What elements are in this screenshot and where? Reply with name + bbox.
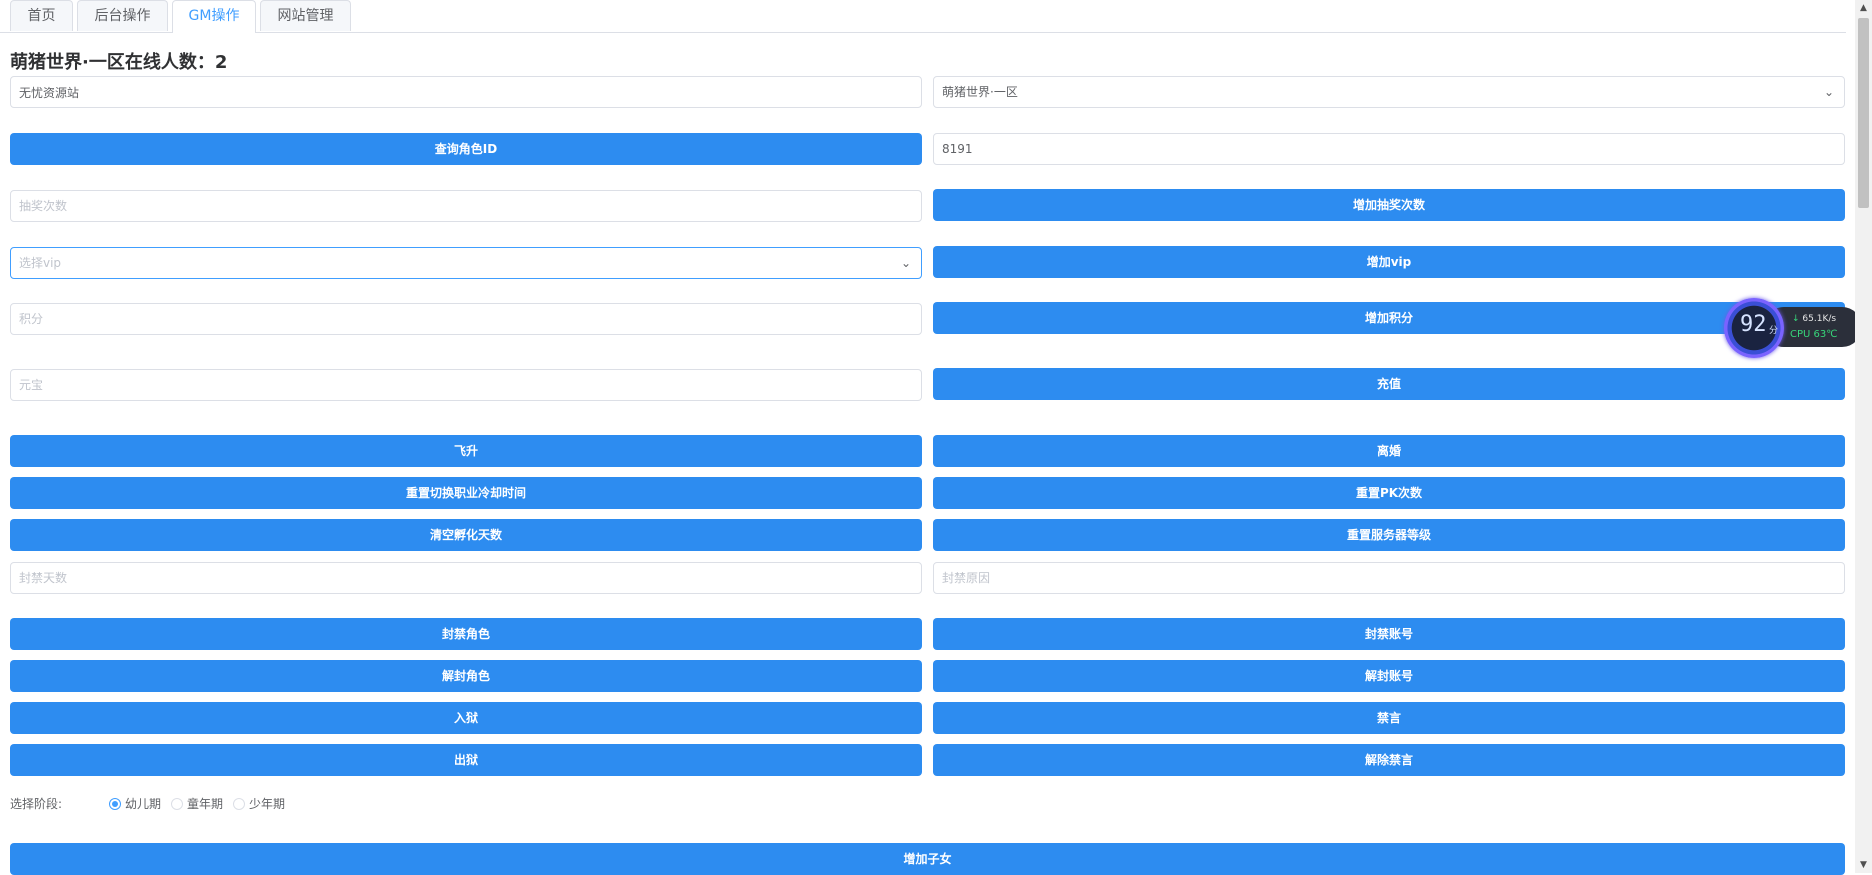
add-lottery-button[interactable]: 增加抽奖次数	[933, 189, 1845, 221]
stage-radio-infant[interactable]: 幼儿期	[109, 795, 161, 812]
reset-server-level-button[interactable]: 重置服务器等级	[933, 519, 1845, 551]
stage-option-label: 少年期	[249, 797, 286, 811]
vip-select[interactable]: 选择vip ⌄	[10, 247, 922, 279]
tab-gm[interactable]: GM操作	[172, 0, 256, 33]
download-arrow-icon: ↓	[1792, 314, 1800, 324]
chevron-down-icon: ⌄	[1823, 85, 1834, 99]
unmute-button[interactable]: 解除禁言	[933, 744, 1845, 776]
scroll-up-icon[interactable]: ▲	[1855, 0, 1872, 16]
stage-option-label: 童年期	[187, 797, 224, 811]
release-button[interactable]: 出狱	[10, 744, 922, 776]
scrollbar-thumb[interactable]	[1858, 18, 1869, 208]
jail-button[interactable]: 入狱	[10, 702, 922, 734]
radio-dot[interactable]	[233, 798, 245, 810]
ban-reason-input[interactable]	[933, 562, 1845, 594]
ascend-button[interactable]: 飞升	[10, 435, 922, 467]
system-monitor-widget[interactable]: 92 分 ↓ 65.1K/s CPU 63℃	[1724, 298, 1862, 358]
mute-button[interactable]: 禁言	[933, 702, 1845, 734]
query-role-id-button[interactable]: 查询角色ID	[10, 133, 922, 165]
network-speed: ↓ 65.1K/s	[1792, 314, 1836, 324]
ban-role-button[interactable]: 封禁角色	[10, 618, 922, 650]
yuanbao-input[interactable]	[10, 369, 922, 401]
stage-radio-child[interactable]: 童年期	[171, 795, 223, 812]
clear-hatch-days-button[interactable]: 清空孵化天数	[10, 519, 922, 551]
tab-home[interactable]: 首页	[10, 0, 73, 31]
tab-backend[interactable]: 后台操作	[77, 0, 168, 31]
cpu-temp: CPU 63℃	[1790, 329, 1838, 340]
points-input[interactable]	[10, 303, 922, 335]
ban-account-button[interactable]: 封禁账号	[933, 618, 1845, 650]
add-child-button[interactable]: 增加子女	[10, 843, 1845, 875]
recharge-button[interactable]: 充值	[933, 368, 1845, 400]
monitor-score: 92	[1740, 312, 1767, 337]
role-id-input[interactable]	[933, 133, 1845, 165]
add-vip-button[interactable]: 增加vip	[933, 246, 1845, 278]
reset-job-cooldown-button[interactable]: 重置切换职业冷却时间	[10, 477, 922, 509]
divorce-button[interactable]: 离婚	[933, 435, 1845, 467]
scroll-down-icon[interactable]: ▼	[1855, 857, 1872, 873]
ban-days-input[interactable]	[10, 562, 922, 594]
radio-dot[interactable]	[109, 798, 121, 810]
unban-role-button[interactable]: 解封角色	[10, 660, 922, 692]
tab-bar: 首页 后台操作 GM操作 网站管理	[0, 0, 1846, 33]
monitor-score-unit: 分	[1769, 326, 1779, 336]
vip-select-placeholder: 选择vip	[19, 256, 62, 270]
page-title: 萌猪世界·一区在线人数：2	[10, 52, 228, 73]
chevron-down-icon: ⌄	[900, 256, 911, 270]
vertical-scrollbar[interactable]: ▲ ▼	[1855, 0, 1872, 873]
stage-label: 选择阶段:	[10, 797, 63, 811]
radio-dot[interactable]	[171, 798, 183, 810]
tab-site-admin[interactable]: 网站管理	[260, 0, 351, 31]
add-points-button[interactable]: 增加积分	[933, 302, 1845, 334]
network-speed-value: 65.1K/s	[1802, 314, 1837, 324]
stage-radio-teen[interactable]: 少年期	[233, 795, 285, 812]
reset-pk-button[interactable]: 重置PK次数	[933, 477, 1845, 509]
stage-option-label: 幼儿期	[125, 797, 162, 811]
server-select-value: 萌猪世界·一区	[942, 85, 1018, 99]
server-select[interactable]: 萌猪世界·一区 ⌄	[933, 76, 1845, 108]
lottery-count-input[interactable]	[10, 190, 922, 222]
site-input[interactable]	[10, 76, 922, 108]
unban-account-button[interactable]: 解封账号	[933, 660, 1845, 692]
